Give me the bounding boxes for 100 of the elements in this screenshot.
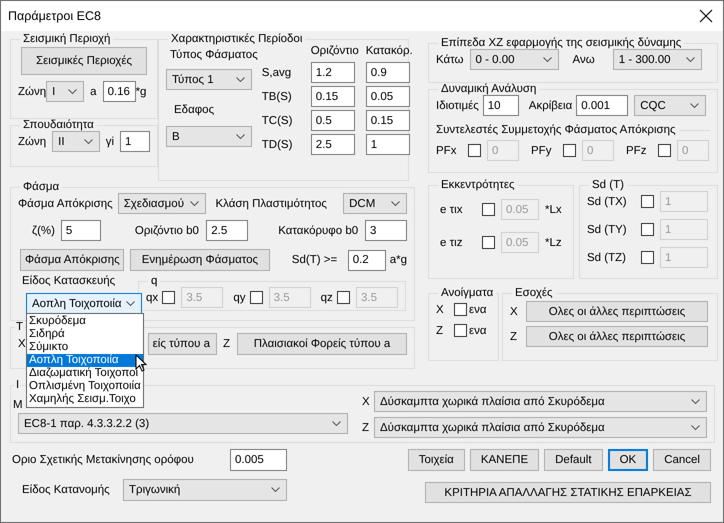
setback-button[interactable]: Ολες οι άλλες περιπτώσεις	[526, 301, 708, 322]
row-label: TC(S)	[262, 114, 294, 126]
response-spectrum-button[interactable]: Φάσμα Απόκρισης	[20, 249, 124, 271]
criteria-button[interactable]: ΚΡΙΤΗΡΙΑ ΑΠΑΛΛΑΓΗΣ ΣΤΑΤΙΚΗΣ ΕΠΑΡΚΕΙΑΣ	[425, 482, 711, 503]
field-label: Sd (TX)	[587, 196, 628, 208]
field-label: qz	[320, 292, 333, 304]
unit-label: *Lx	[545, 204, 562, 216]
dialog-button[interactable]: Τοιχεία	[408, 449, 465, 471]
input-field[interactable]: 10	[482, 95, 519, 116]
list-option[interactable]: Χαμηλής Σεισμ.Τοιχο	[27, 393, 143, 406]
lower-level-dropdown[interactable]: 0 - 0.00	[470, 49, 559, 70]
spectrum-type-dropdown[interactable]: Τύπος 1	[166, 69, 252, 90]
list-option[interactable]: Σκυρόδεμα	[27, 315, 143, 328]
axis-label: X	[18, 338, 26, 350]
dialog-button[interactable]: ΚΑΝΕΠΕ	[470, 449, 540, 471]
setback-button[interactable]: Ολες οι άλλες περιπτώσεις	[526, 326, 708, 347]
response-dropdown[interactable]: Σχεδιασμού	[118, 193, 206, 214]
field-label: PFy	[531, 144, 552, 156]
system-dropdown[interactable]: Δύσκαμπτα χωρικά πλαίσια από Σκυρόδεμα	[374, 391, 707, 412]
method-dropdown[interactable]: EC8-1 παρ. 4.3.3.2.2 (3)	[18, 413, 348, 434]
seismic-regions-button[interactable]: Σεισμικές Περιοχές	[21, 47, 147, 75]
unit-label: *g	[136, 86, 146, 98]
field-label: a	[90, 86, 97, 98]
list-option[interactable]: Διαζωματική Τοιχοποι	[27, 367, 143, 380]
input-field[interactable]: 0.05	[366, 86, 410, 107]
field-label: qx	[146, 292, 158, 304]
soil-dropdown[interactable]: B	[166, 126, 252, 147]
axis-label: Z	[436, 324, 444, 336]
input-field[interactable]: 0.005	[230, 449, 287, 471]
group-title: Φάσμα	[22, 181, 60, 193]
field-label: Οριο Σχετικής Μετακίνησης ορόφου	[12, 454, 195, 466]
input-field[interactable]: 3	[365, 220, 407, 241]
field-label: e τιx	[440, 204, 464, 216]
input-field[interactable]: 5	[60, 220, 101, 241]
window-title: Παράμετροι EC8	[8, 9, 101, 23]
field-label: Οριζόντιο b0	[134, 224, 200, 236]
row-label: TB(S)	[262, 90, 293, 102]
input-field[interactable]: 0.2	[348, 250, 386, 270]
zone-dropdown[interactable]: II	[52, 131, 100, 152]
column-header: Κατακόρ.	[366, 45, 412, 57]
frame-type-button[interactable]: είς τύπου a	[148, 333, 217, 355]
list-option[interactable]: Σύμικτο	[27, 341, 143, 354]
field-label: PFx	[436, 144, 458, 156]
axis-label: X	[436, 304, 445, 316]
column-header: Οριζόντιο	[310, 45, 357, 57]
input-field[interactable]: 1.2	[310, 62, 355, 83]
system-dropdown[interactable]: Δύσκαμπτα χωρικά πλαίσια από Σκυρόδεμα	[374, 417, 707, 438]
field-label: γi	[106, 136, 114, 148]
group-title: Ανοίγματα	[440, 287, 494, 299]
upper-level-dropdown[interactable]: 1 - 300.00	[612, 49, 702, 70]
group-title: q	[150, 275, 158, 287]
field-label: qy	[233, 292, 246, 304]
field-label: Ανω	[572, 54, 595, 66]
field-label: Sd(T) >=	[292, 254, 338, 266]
group-title: Επίπεδα XZ εφαρμογής της σεισμικής δύναμης	[440, 37, 682, 49]
input-field[interactable]: 0.15	[310, 86, 355, 107]
field-label: Κλάση Πλαστιμότητος	[216, 198, 328, 210]
axis-label: Z	[222, 338, 230, 350]
input-field[interactable]: 0.5	[310, 110, 355, 131]
dialog-button[interactable]: OK	[608, 449, 648, 471]
input-field[interactable]: 2.5	[206, 220, 248, 241]
distribution-dropdown[interactable]: Τριγωνική	[123, 479, 287, 501]
field-label: Φάσμα Απόκρισης	[18, 198, 114, 210]
field-label: Είδος Κατασκευής	[22, 275, 116, 287]
list-option[interactable]: Αοπλη Τοιχοποιία	[27, 354, 143, 367]
construction-dropdown[interactable]: Αοπλη Τοιχοποιία	[26, 293, 142, 314]
input-field[interactable]: 1	[120, 131, 150, 152]
unit-label: *Lz	[545, 236, 562, 248]
input-field[interactable]: 0.001	[576, 95, 628, 116]
group-title: Εκκεντρότητες	[440, 179, 516, 191]
dialog-button[interactable]: Default	[544, 449, 603, 471]
group-title: Εσοχές	[514, 287, 554, 299]
method-dropdown[interactable]: CQC	[634, 95, 706, 116]
field-label: Μ	[13, 399, 23, 411]
input-field[interactable]: 1	[366, 134, 410, 155]
field-label: Κάτω	[436, 54, 464, 66]
list-option[interactable]: Σιδηρά	[27, 328, 143, 341]
frame-type-button[interactable]: Πλαισιακοί Φορείς τύπου a	[237, 333, 407, 355]
field-label: Ζώνη	[18, 136, 46, 148]
input-field[interactable]: 0.15	[366, 110, 410, 131]
update-spectrum-button[interactable]: Ενημέρωση Φάσματος	[130, 249, 270, 271]
axis-label: Z	[362, 422, 370, 434]
input-field[interactable]: 2.5	[310, 134, 355, 155]
field-label: Κατακόρυφο b0	[278, 224, 360, 236]
field-label: e τιz	[440, 236, 464, 248]
axis-label: X	[510, 306, 519, 318]
checkbox-label: ενα	[469, 304, 487, 316]
input-field[interactable]: 0.16	[102, 81, 136, 102]
field-label: ζ(%)	[32, 224, 56, 236]
group-title: Σπουδαιότητα	[22, 119, 95, 131]
ductility-dropdown[interactable]: DCM	[343, 193, 407, 214]
dialog-button[interactable]: Cancel	[653, 449, 711, 471]
input-field[interactable]: 0.9	[366, 62, 410, 83]
field-label: Είδος Κατανομής	[22, 484, 111, 496]
field-label: Τύπος Φάσματος	[170, 49, 258, 61]
zone-dropdown[interactable]: I	[46, 81, 84, 102]
row-label: TD(S)	[262, 138, 294, 150]
list-option[interactable]: Οπλισμένη Τοιχοποιία	[27, 380, 143, 393]
row-label: S,avg	[262, 66, 292, 78]
group-title: Χαρακτηριστικές Περίοδοι	[170, 33, 304, 45]
